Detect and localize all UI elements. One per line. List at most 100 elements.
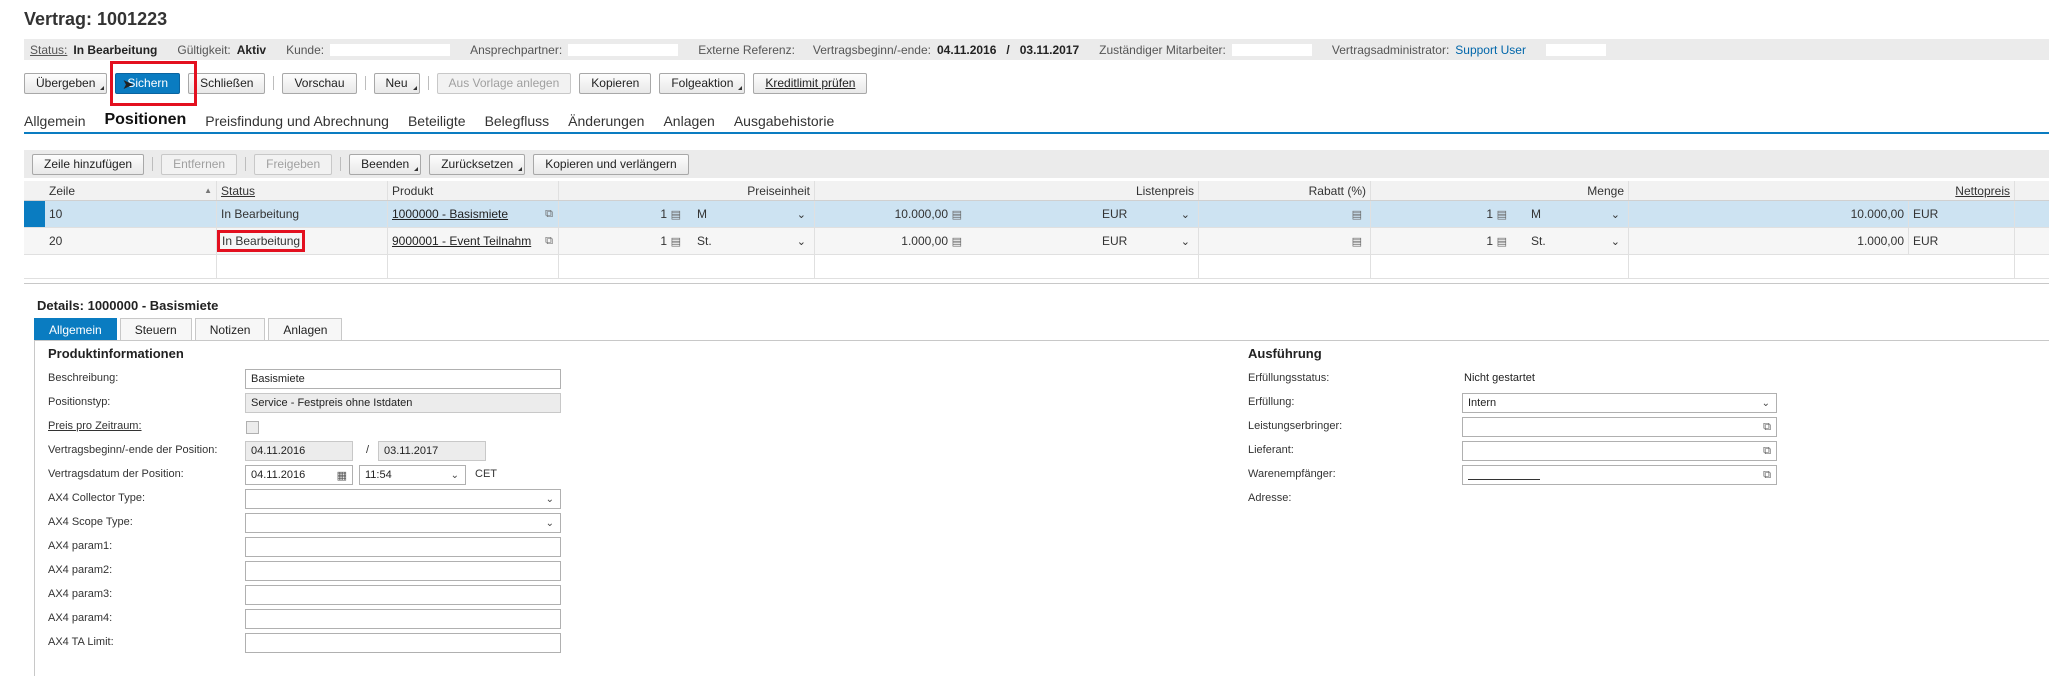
- details-tab-notes[interactable]: Notizen: [194, 318, 266, 340]
- cell-quantity[interactable]: 1 ▤ St. ⌄: [1371, 228, 1629, 254]
- mouse-cursor-icon: ➤: [122, 76, 134, 92]
- cell-discount[interactable]: ▤: [1199, 228, 1371, 254]
- scope-type-select[interactable]: ⌄: [245, 513, 561, 533]
- toolbar-separator: [427, 76, 429, 90]
- tab-attachments[interactable]: Anlagen: [663, 113, 714, 132]
- details-tab-taxes[interactable]: Steuern: [119, 318, 192, 340]
- redacted-link: [1468, 470, 1540, 480]
- calculator-icon: ▤: [670, 208, 681, 221]
- position-time-select[interactable]: 11:54 ⌄: [359, 465, 466, 485]
- table-row[interactable]: 20 In Bearbeitung 9000001 - Event Teilna…: [24, 228, 2049, 255]
- ta-limit-input[interactable]: [245, 633, 561, 653]
- position-period-label: Vertragsbeginn/-ende der Position:: [48, 444, 218, 456]
- tab-general[interactable]: Allgemein: [24, 113, 85, 132]
- param2-input[interactable]: [245, 561, 561, 581]
- header-info-bar: Status: In Bearbeitung Gültigkeit: Aktiv…: [24, 39, 2049, 60]
- create-from-template-button[interactable]: Aus Vorlage anlegen: [436, 72, 572, 94]
- collector-type-select[interactable]: ⌄: [245, 489, 561, 509]
- positions-table: Zeile ▲ Status Produkt Preiseinheit Liste…: [24, 181, 2049, 279]
- copy-button[interactable]: Kopieren: [579, 72, 652, 94]
- cell-price-unit[interactable]: 1 ▤ M ⌄: [559, 201, 815, 227]
- tab-pricing-billing[interactable]: Preisfindung und Abrechnung: [205, 113, 389, 132]
- cell-list-price[interactable]: 10.000,00 ▤ EUR ⌄: [815, 201, 1199, 227]
- price-per-period-checkbox[interactable]: [246, 421, 259, 434]
- validity-value: Aktiv: [236, 42, 267, 57]
- admin-extra-redacted: [1545, 43, 1606, 56]
- tab-output-history[interactable]: Ausgabehistorie: [734, 113, 834, 132]
- tab-parties[interactable]: Beteiligte: [408, 113, 466, 132]
- admin-value-link[interactable]: Support User: [1455, 43, 1526, 57]
- value-help-icon: ⧉: [1763, 444, 1771, 457]
- chevron-down-icon: ⌄: [1180, 208, 1190, 221]
- status-value: In Bearbeitung: [73, 42, 158, 57]
- column-header-product[interactable]: Produkt: [388, 181, 559, 200]
- column-header-line[interactable]: Zeile ▲: [45, 181, 217, 200]
- tab-changes[interactable]: Änderungen: [568, 113, 644, 132]
- cell-product[interactable]: 1000000 - Basismiete ⧉: [388, 201, 559, 227]
- toolbar-separator: [152, 157, 154, 171]
- remove-button[interactable]: Entfernen: [161, 153, 238, 175]
- fulfillment-select[interactable]: Intern ⌄: [1462, 393, 1777, 413]
- param3-label: AX4 param3:: [48, 588, 113, 600]
- follow-up-button[interactable]: Folgeaktion: [659, 72, 746, 94]
- param1-input[interactable]: [245, 537, 561, 557]
- status-label: Status:: [30, 42, 68, 57]
- column-header-discount[interactable]: Rabatt (%): [1199, 181, 1371, 200]
- position-type-field: Service - Festpreis ohne Istdaten: [245, 393, 561, 413]
- sort-icon: ▲: [204, 186, 212, 195]
- toolbar-separator: [245, 157, 247, 171]
- supplier-input[interactable]: ⧉: [1462, 441, 1777, 461]
- chevron-down-icon: ⌄: [450, 469, 459, 481]
- details-title: Details: 1000000 - Basismiete: [37, 298, 219, 313]
- close-button[interactable]: Schließen: [188, 72, 266, 94]
- position-date-input[interactable]: 04.11.2016 ▦: [245, 465, 353, 485]
- customer-value-redacted: [330, 43, 451, 56]
- param4-input[interactable]: [245, 609, 561, 629]
- details-tab-attachments[interactable]: Anlagen: [268, 318, 343, 340]
- chevron-down-icon: ⌄: [545, 517, 554, 529]
- service-provider-input[interactable]: ⧉: [1462, 417, 1777, 437]
- handover-button[interactable]: Übergeben: [24, 72, 108, 94]
- chevron-down-icon: ⌄: [796, 208, 806, 221]
- cell-price-unit[interactable]: 1 ▤ St. ⌄: [559, 228, 815, 254]
- add-row-button[interactable]: Zeile hinzufügen: [32, 153, 145, 175]
- cell-line: 20: [45, 228, 217, 254]
- cell-list-price[interactable]: 1.000,00 ▤ EUR ⌄: [815, 228, 1199, 254]
- column-header-net-price[interactable]: Nettopreis: [1629, 181, 2015, 200]
- column-header-price-unit[interactable]: Preiseinheit: [559, 181, 815, 200]
- tab-document-flow[interactable]: Belegfluss: [485, 113, 550, 132]
- param3-input[interactable]: [245, 585, 561, 605]
- description-input[interactable]: Basismiete: [245, 369, 561, 389]
- row-selector[interactable]: [24, 201, 45, 227]
- goods-recipient-input[interactable]: ⧉: [1462, 465, 1777, 485]
- collector-type-label: AX4 Collector Type:: [48, 492, 146, 504]
- release-button[interactable]: Freigeben: [254, 153, 333, 175]
- cell-quantity[interactable]: 1 ▤ M ⌄: [1371, 201, 1629, 227]
- row-selector[interactable]: [24, 228, 45, 254]
- new-button[interactable]: Neu: [373, 72, 420, 94]
- reset-button[interactable]: Zurücksetzen: [429, 153, 526, 175]
- tab-positions[interactable]: Positionen: [104, 111, 186, 132]
- chevron-down-icon: ⌄: [1180, 235, 1190, 248]
- cell-product[interactable]: 9000001 - Event Teilnahm ⧉: [388, 228, 559, 254]
- column-header-status[interactable]: Status: [217, 181, 388, 200]
- column-header-quantity[interactable]: Menge: [1371, 181, 1629, 200]
- calculator-icon: ▤: [1496, 208, 1507, 221]
- period-separator: /: [366, 444, 370, 456]
- customer-label: Kunde:: [286, 42, 325, 57]
- calculator-icon: ▤: [670, 235, 681, 248]
- cell-discount[interactable]: ▤: [1199, 201, 1371, 227]
- column-header-list-price[interactable]: Listenpreis: [815, 181, 1199, 200]
- chevron-down-icon: ⌄: [1610, 208, 1620, 221]
- copy-extend-button[interactable]: Kopieren und verlängern: [533, 153, 689, 175]
- details-tab-general[interactable]: Allgemein: [34, 318, 117, 340]
- cell-net-currency: EUR: [1909, 201, 2015, 227]
- finish-button[interactable]: Beenden: [349, 153, 422, 175]
- table-row-empty[interactable]: [24, 255, 2049, 279]
- credit-limit-check-button[interactable]: Kreditlimit prüfen: [753, 72, 868, 94]
- period-start: 04.11.2016: [937, 42, 997, 57]
- preview-button[interactable]: Vorschau: [282, 72, 357, 94]
- chevron-down-icon: ⌄: [796, 235, 806, 248]
- toolbar-separator: [364, 76, 366, 90]
- table-row[interactable]: 10 In Bearbeitung 1000000 - Basismiete ⧉ …: [24, 201, 2049, 228]
